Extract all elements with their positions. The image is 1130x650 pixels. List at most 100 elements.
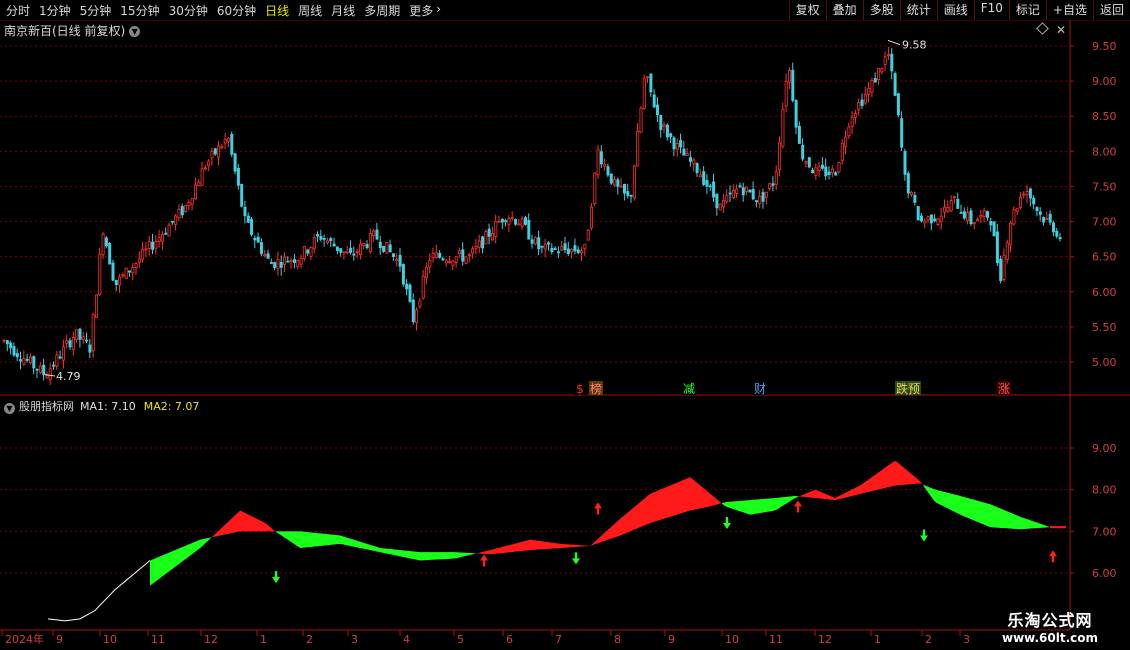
candle-body <box>25 358 29 361</box>
candle-body <box>259 242 263 254</box>
time-axis-label: 12 <box>818 633 832 646</box>
candle-body <box>949 200 953 212</box>
candle-body <box>408 284 412 302</box>
candle-body <box>920 215 924 222</box>
candle-body <box>111 262 115 281</box>
candle-body <box>95 294 99 319</box>
candle-body <box>966 212 970 222</box>
candle-body <box>309 246 313 257</box>
candle-body <box>692 159 696 165</box>
candle-body <box>434 252 438 258</box>
candle-body <box>134 263 138 268</box>
indicator-axis-label: 8.00 <box>1092 484 1117 497</box>
candle-body <box>395 258 399 261</box>
time-axis-label: 12 <box>204 633 218 646</box>
candle-body <box>438 252 442 258</box>
candle-body <box>685 152 689 156</box>
candle-body <box>197 181 201 187</box>
event-badge[interactable]: 榜 <box>590 381 602 396</box>
candle-body <box>428 259 432 268</box>
candle-body <box>144 248 148 251</box>
candle-body <box>890 53 894 72</box>
candle-body <box>372 230 376 237</box>
candle-body <box>88 344 92 353</box>
candle-body <box>207 160 211 167</box>
candle-body <box>771 183 775 186</box>
candle-body <box>959 211 963 214</box>
candle-body <box>101 233 105 256</box>
candle-body <box>345 251 349 254</box>
candle-body <box>494 220 498 237</box>
candle-body <box>616 179 620 187</box>
candle-body <box>599 151 603 165</box>
candle-body <box>900 118 904 148</box>
price-axis-label: 9.50 <box>1092 40 1117 53</box>
candle-body <box>830 168 834 174</box>
event-badge[interactable]: 减 <box>683 382 695 396</box>
candle-body <box>755 200 759 203</box>
event-badge[interactable]: 涨 <box>998 381 1010 396</box>
candle-body <box>768 183 772 190</box>
candle-body <box>223 138 227 144</box>
candle-body <box>273 262 277 269</box>
candle-body <box>283 256 287 265</box>
candle-body <box>45 375 49 379</box>
candle-body <box>391 253 395 258</box>
candle-body <box>19 359 23 362</box>
event-badge[interactable]: $ <box>576 382 584 396</box>
candle-body <box>203 167 207 170</box>
candle-body <box>553 248 557 250</box>
candle-body <box>362 243 366 246</box>
candle-body <box>814 167 818 176</box>
candle-body <box>461 249 465 262</box>
candle-body <box>722 200 726 208</box>
candle-body <box>748 189 752 193</box>
candle-body <box>349 247 353 253</box>
sell-arrow-icon <box>272 571 280 584</box>
candle-body <box>718 203 722 211</box>
candle-body <box>811 169 815 174</box>
candle-body <box>118 276 122 286</box>
candle-body <box>151 241 155 250</box>
candle-body <box>524 217 528 225</box>
candle-body <box>256 236 260 243</box>
candle-body <box>487 228 491 237</box>
candle-body <box>131 267 135 273</box>
candle-body <box>530 239 534 244</box>
kline-chart[interactable]: 9.50 9.00 8.50 8.00 7.50 7.00 6.50 6.00 5.50 5.00… <box>0 0 1130 650</box>
event-badge[interactable]: 跌预 <box>896 381 920 396</box>
candle-body <box>306 249 310 254</box>
candle-body <box>91 314 95 352</box>
sell-arrow-icon <box>572 552 580 565</box>
candle-body <box>279 262 283 268</box>
candle-body <box>751 188 755 200</box>
candle-body <box>741 187 745 196</box>
candle-body <box>263 254 267 257</box>
candle-body <box>236 167 240 186</box>
candle-body <box>220 146 224 149</box>
candle-body <box>603 164 607 167</box>
candle-body <box>933 218 937 222</box>
candle-body <box>266 253 270 259</box>
event-badge[interactable]: 财 <box>754 382 766 396</box>
price-axis-label: 5.50 <box>1092 321 1117 334</box>
candle-body <box>418 300 422 307</box>
time-axis-label: 9 <box>56 633 63 646</box>
indicator-name[interactable]: 股朋指标网 <box>19 400 74 413</box>
candle-body <box>946 207 950 212</box>
candle-body <box>190 198 194 205</box>
candle-body <box>995 231 999 264</box>
candle-body <box>213 148 217 155</box>
ma2-value: MA2: 7.07 <box>143 400 200 413</box>
candle-body <box>382 245 386 252</box>
indicator-band-slice <box>920 481 923 485</box>
candle-body <box>570 248 574 253</box>
time-axis-label: 9 <box>668 633 675 646</box>
candle-body <box>639 107 643 133</box>
candle-body <box>867 87 871 95</box>
time-axis-label: 3 <box>963 633 970 646</box>
buy-arrow-icon <box>594 502 602 515</box>
candle-body <box>916 206 920 221</box>
chevron-down-icon[interactable]: ▼ <box>4 403 15 414</box>
candle-body <box>335 246 339 251</box>
